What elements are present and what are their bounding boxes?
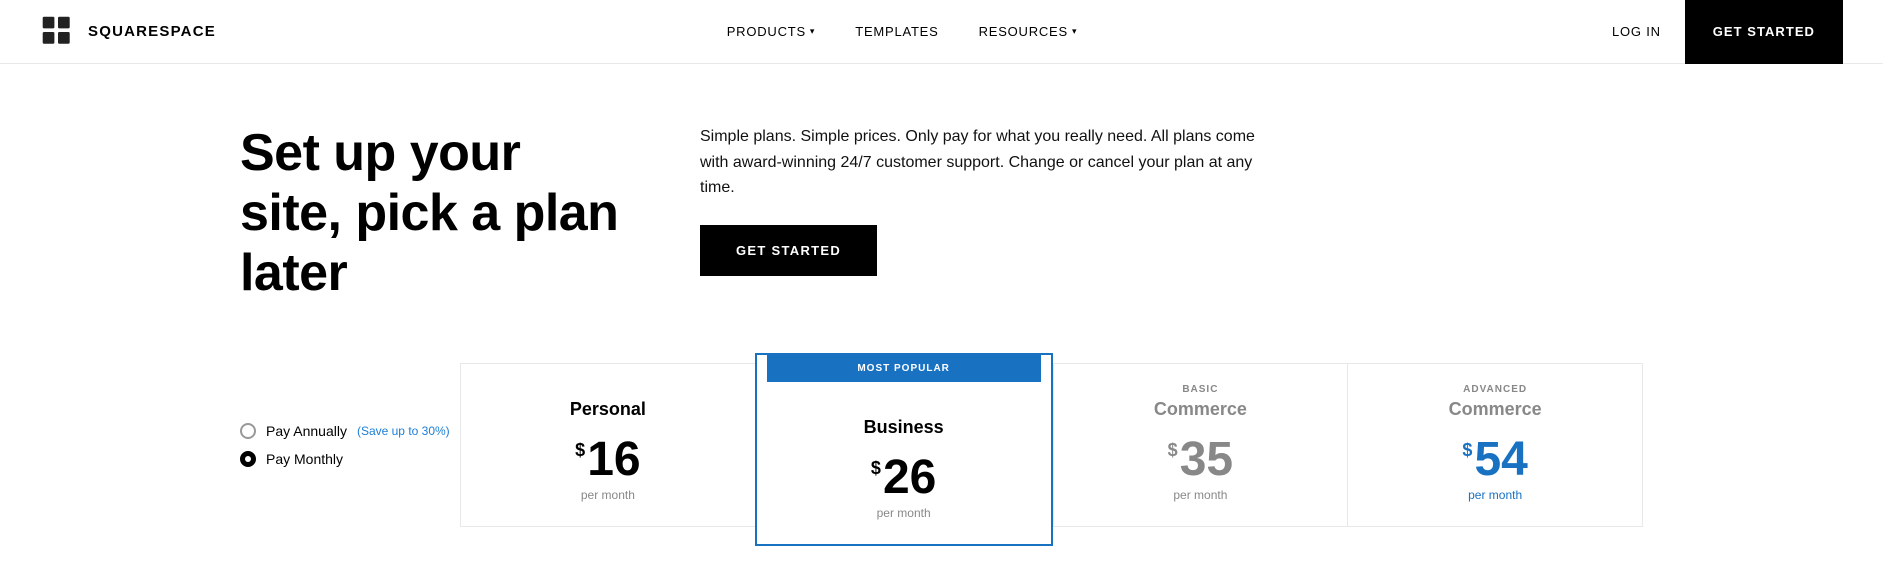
hero-get-started-button[interactable]: GET STARTED [700, 225, 877, 276]
personal-per-month: per month [581, 488, 635, 502]
basic-commerce-dollar-sign: $ [1168, 440, 1178, 461]
navbar: SQUARESPACE PRODUCTS ▾ TEMPLATES RESOURC… [0, 0, 1883, 64]
advanced-commerce-price-amount: 54 [1474, 436, 1527, 484]
personal-dollar-sign: $ [575, 440, 585, 461]
advanced-commerce-dollar-sign: $ [1462, 440, 1472, 461]
navbar-actions: LOG IN GET STARTED [1588, 0, 1843, 64]
basic-commerce-plan-label: BASIC [1182, 384, 1218, 395]
business-price-row: $ 26 [871, 454, 936, 502]
plan-business: MOST POPULAR Business $ 26 per month [755, 353, 1053, 546]
business-plan-name: Business [864, 417, 944, 438]
plans-container: Personal $ 16 per month MOST POPULAR Bus… [460, 363, 1643, 546]
nav-templates[interactable]: TEMPLATES [855, 24, 938, 39]
basic-commerce-plan-name: Commerce [1154, 399, 1247, 420]
nav-resources[interactable]: RESOURCES ▾ [979, 24, 1078, 39]
business-plan-label [902, 402, 906, 413]
pricing-section: Pay Annually (Save up to 30%) Pay Monthl… [0, 343, 1883, 586]
business-dollar-sign: $ [871, 458, 881, 479]
nav-get-started-button[interactable]: GET STARTED [1685, 0, 1843, 64]
logo-area: SQUARESPACE [40, 14, 216, 50]
save-badge: (Save up to 30%) [357, 424, 450, 438]
hero-description: Simple plans. Simple prices. Only pay fo… [700, 124, 1260, 201]
login-button[interactable]: LOG IN [1588, 0, 1685, 64]
plan-advanced-commerce: ADVANCED Commerce $ 54 per month [1347, 363, 1643, 527]
monthly-label: Pay Monthly [266, 451, 343, 467]
billing-annually-option[interactable]: Pay Annually (Save up to 30%) [240, 423, 460, 439]
billing-toggle: Pay Annually (Save up to 30%) Pay Monthl… [240, 363, 460, 467]
nav-products[interactable]: PRODUCTS ▾ [727, 24, 816, 39]
most-popular-badge: MOST POPULAR [767, 355, 1041, 382]
brand-name: SQUARESPACE [88, 23, 216, 40]
basic-commerce-per-month: per month [1173, 488, 1227, 502]
advanced-commerce-plan-label: ADVANCED [1463, 384, 1527, 395]
advanced-commerce-plan-name: Commerce [1449, 399, 1542, 420]
hero-section: Set up your site, pick a plan later Simp… [0, 64, 1883, 343]
monthly-radio[interactable] [240, 451, 256, 467]
business-price-amount: 26 [883, 454, 936, 502]
personal-plan-label [606, 384, 610, 395]
annually-radio[interactable] [240, 423, 256, 439]
hero-title-area: Set up your site, pick a plan later [240, 124, 620, 303]
hero-content: Simple plans. Simple prices. Only pay fo… [700, 124, 1643, 276]
plan-personal: Personal $ 16 per month [460, 363, 755, 527]
plan-basic-commerce: BASIC Commerce $ 35 per month [1053, 363, 1348, 527]
advanced-commerce-per-month: per month [1468, 488, 1522, 502]
personal-price-row: $ 16 [575, 436, 640, 484]
nav-links: PRODUCTS ▾ TEMPLATES RESOURCES ▾ [727, 24, 1078, 39]
billing-monthly-option[interactable]: Pay Monthly [240, 451, 460, 467]
hero-title: Set up your site, pick a plan later [240, 124, 620, 303]
business-per-month: per month [877, 506, 931, 520]
squarespace-logo-icon [40, 14, 76, 50]
resources-chevron-icon: ▾ [1072, 26, 1077, 37]
basic-commerce-price-amount: 35 [1180, 436, 1233, 484]
products-chevron-icon: ▾ [810, 26, 815, 37]
personal-price-amount: 16 [587, 436, 640, 484]
annually-label: Pay Annually [266, 423, 347, 439]
advanced-commerce-price-row: $ 54 [1462, 436, 1527, 484]
personal-plan-name: Personal [570, 399, 646, 420]
basic-commerce-price-row: $ 35 [1168, 436, 1233, 484]
